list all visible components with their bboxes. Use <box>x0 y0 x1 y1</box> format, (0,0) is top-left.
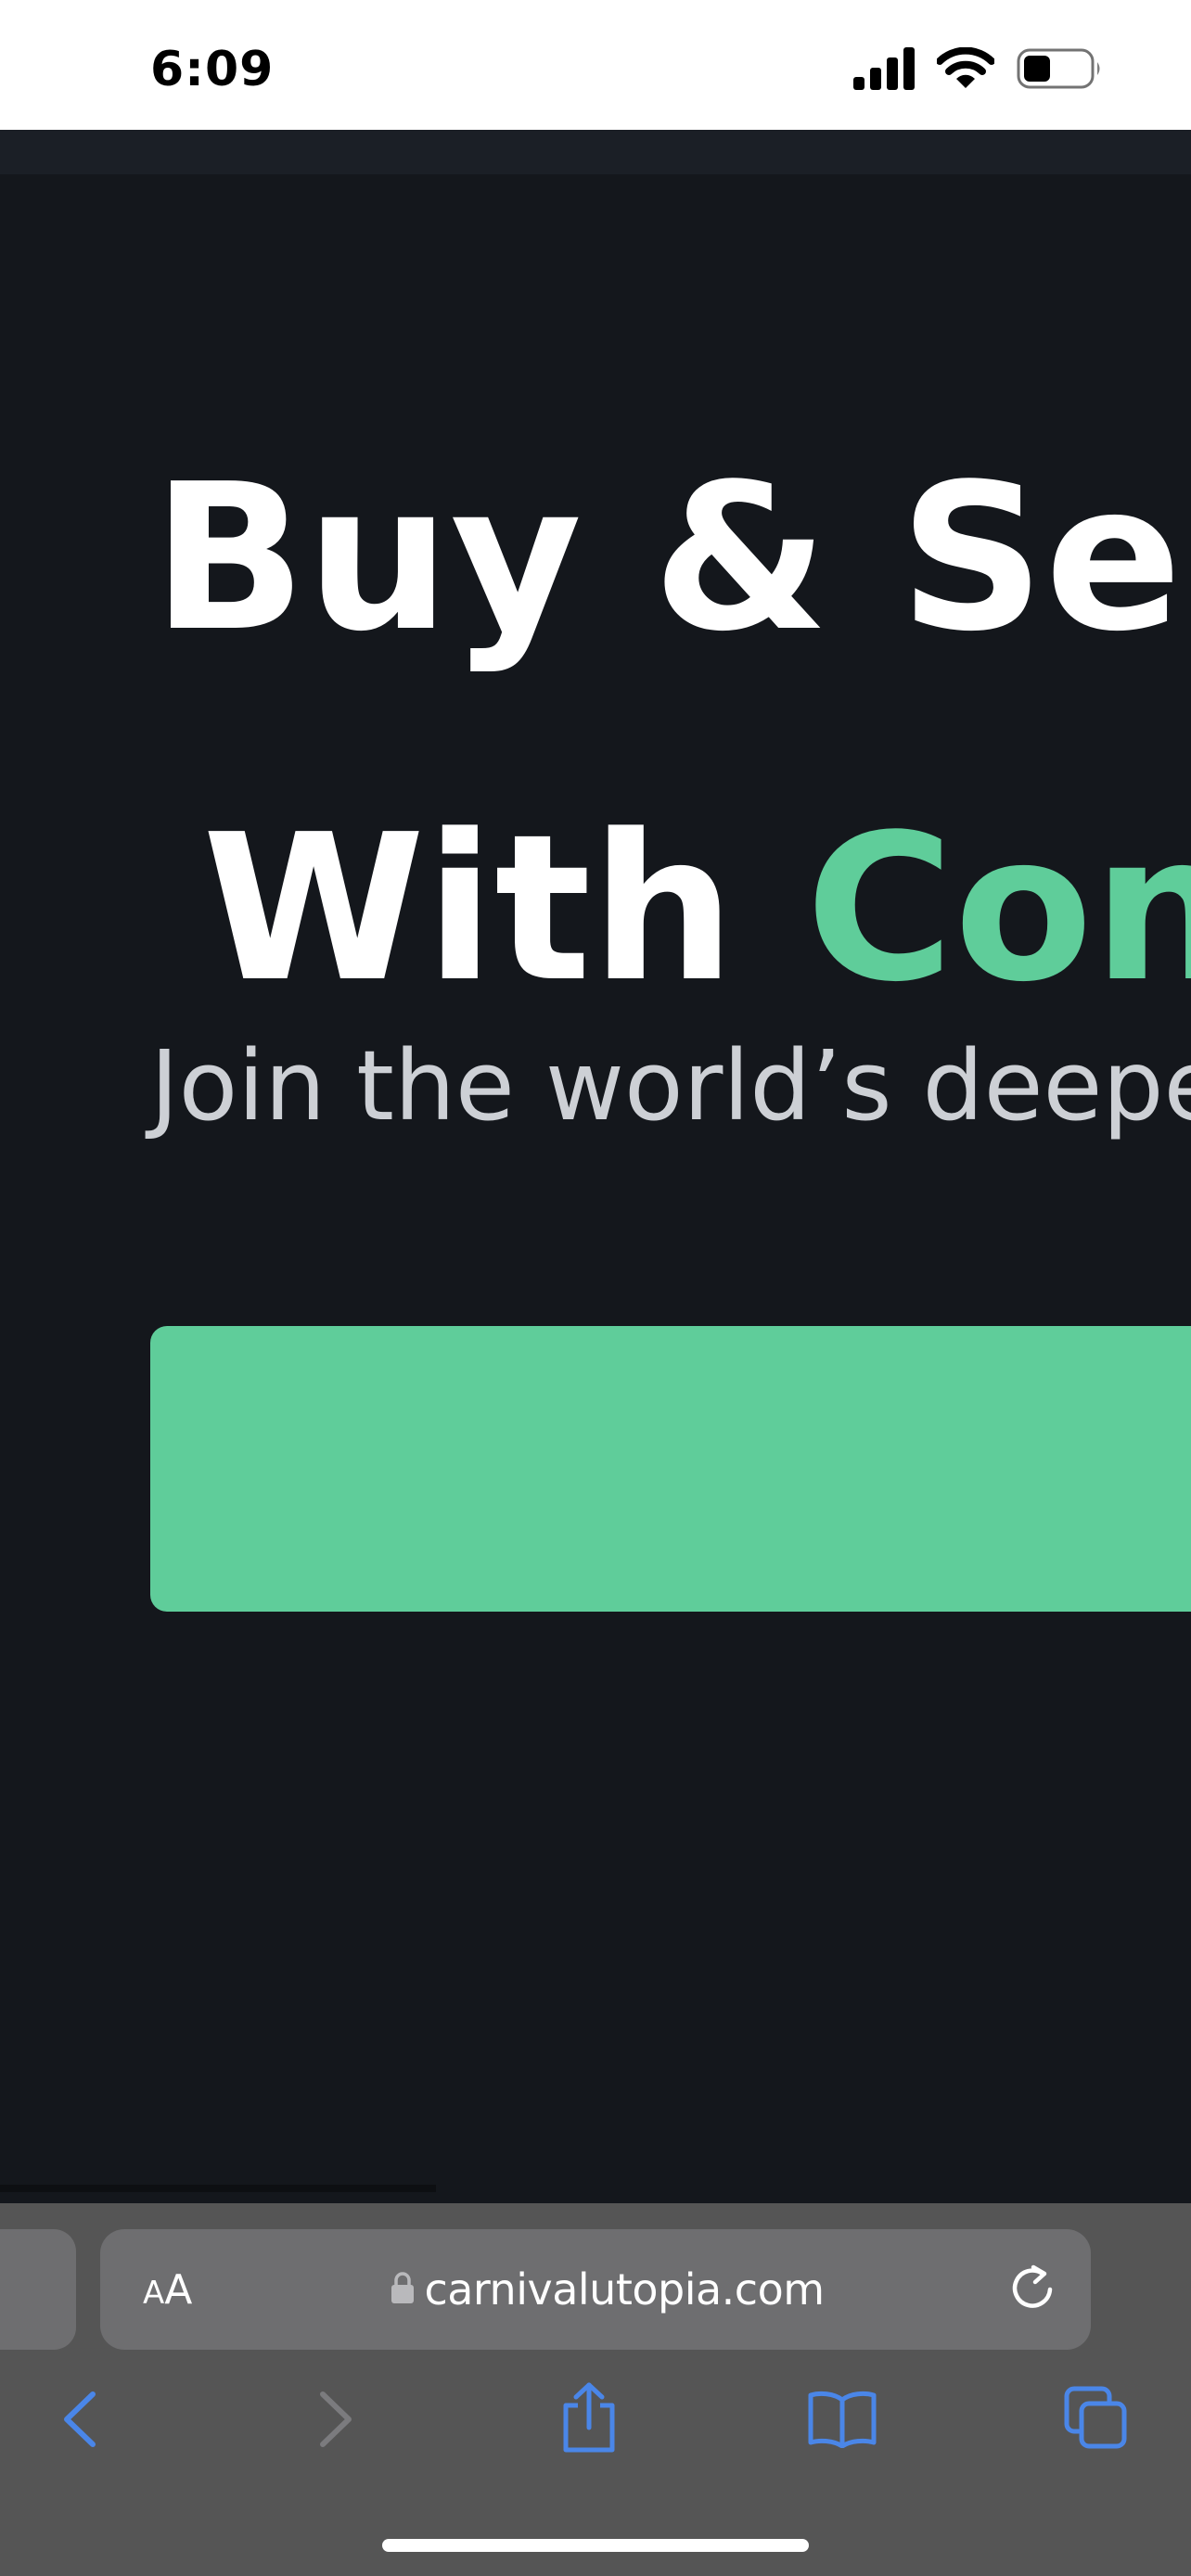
battery-icon <box>1017 48 1104 93</box>
status-bar: 6:09 <box>0 0 1191 130</box>
hero-heading-line2: With Confi <box>202 794 1191 1026</box>
url-text: carnivalutopia.com <box>424 2264 825 2315</box>
screen: 6:09 Buy & Se With Con Join the world’s … <box>0 0 1191 2576</box>
back-icon[interactable] <box>59 2389 100 2454</box>
status-icons <box>853 45 1104 96</box>
address-bar[interactable]: A A carnivalutopia.com <box>100 2229 1091 2350</box>
reload-icon[interactable] <box>1005 2263 1059 2320</box>
cta-button[interactable] <box>150 1326 1191 1612</box>
wifi-icon <box>936 46 995 94</box>
hero-subtitle: Join the world’s deepe <box>150 1029 1191 1142</box>
previous-tab-preview[interactable] <box>0 2229 76 2350</box>
signal-icon <box>853 47 916 94</box>
home-indicator <box>382 2539 809 2552</box>
lock-icon <box>391 2271 415 2308</box>
hero-heading-accent: Confi <box>805 792 1191 1027</box>
url-display[interactable]: carnivalutopia.com <box>100 2229 1091 2350</box>
status-time: 6:09 <box>150 42 275 97</box>
forward-icon[interactable] <box>315 2389 356 2454</box>
website-top-bar <box>0 130 1191 174</box>
tabs-icon[interactable] <box>1063 2385 1128 2454</box>
bookmarks-icon[interactable] <box>807 2389 877 2452</box>
content-edge-shadow <box>0 2185 436 2192</box>
share-icon[interactable] <box>558 2381 620 2459</box>
hero-heading-prefix: With <box>202 792 736 1027</box>
hero-heading-line1: Buy & Sell <box>152 441 1191 676</box>
